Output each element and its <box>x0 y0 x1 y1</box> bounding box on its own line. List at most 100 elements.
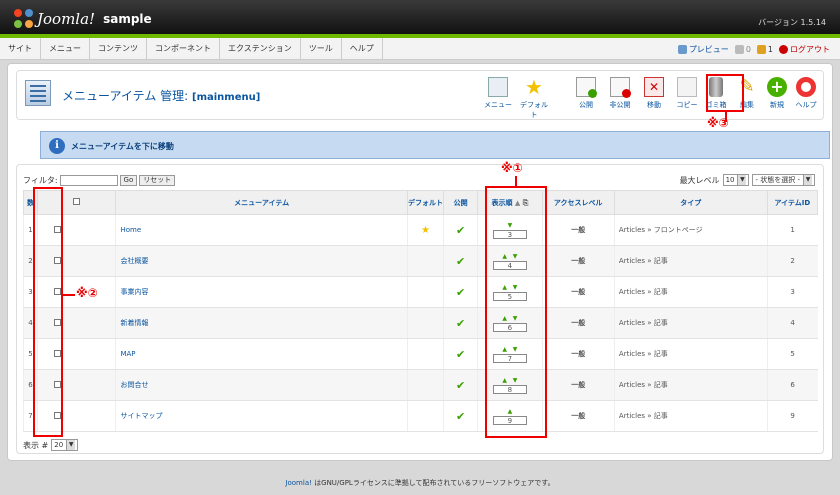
messages-count[interactable]: 0 <box>734 44 751 54</box>
copy-label: コピー <box>676 101 698 109</box>
row-access[interactable]: 一般 <box>541 307 615 339</box>
row-type: Articles » 記事 <box>613 369 768 401</box>
published-check-icon[interactable]: ✔ <box>456 224 465 237</box>
note-3: ※③ <box>707 116 729 130</box>
checkbox-column-highlight <box>33 187 63 437</box>
table-row: 7 サイトマップ ✔ ▲ 9 一般 Articles » 記事 9 <box>22 400 818 432</box>
row-published: ✔ <box>443 400 478 432</box>
published-check-icon[interactable]: ✔ <box>456 410 465 423</box>
row-title: お問合せ <box>115 369 408 401</box>
pager-select[interactable]: 20 ▼ <box>51 439 79 451</box>
publish-icon <box>576 77 597 98</box>
state-select[interactable]: - 状態を選択 - ▼ <box>752 174 815 186</box>
content-panel: メニューアイテム 管理: [mainmenu] メニュー ★ デフォルト 公開 … <box>7 63 833 461</box>
published-check-icon[interactable]: ✔ <box>456 348 465 361</box>
menu-content[interactable]: コンテンツ <box>90 38 147 60</box>
row-published: ✔ <box>443 338 478 370</box>
menu-components[interactable]: コンポーネント <box>147 38 220 60</box>
col-title[interactable]: メニューアイテム <box>115 190 408 215</box>
pagination: 表示 # 20 ▼ <box>23 439 79 451</box>
menu-help[interactable]: ヘルプ <box>342 38 383 60</box>
logout-icon <box>779 44 788 54</box>
row-title-link[interactable]: お問合せ <box>120 381 148 389</box>
help-button[interactable]: ヘルプ <box>789 77 823 110</box>
go-button[interactable]: Go <box>119 175 138 186</box>
system-message: i メニューアイテムを下に移動 <box>40 131 830 159</box>
menu-site[interactable]: サイト <box>0 38 41 60</box>
col-id[interactable]: アイテムID <box>766 190 819 215</box>
row-access[interactable]: 一般 <box>541 245 615 277</box>
menu-items-list: フィルタ: Go リセット 最大レベル 10 ▼ - 状態を選択 - ▼ 数 メニュ… <box>16 164 824 454</box>
logout-link[interactable]: ログアウト <box>779 44 830 55</box>
unpublish-button[interactable]: 非公開 <box>603 77 637 110</box>
row-access[interactable]: 一般 <box>541 214 615 246</box>
row-published: ✔ <box>443 276 478 308</box>
row-type: Articles » 記事 <box>613 276 768 308</box>
row-access[interactable]: 一般 <box>541 369 615 401</box>
select-all-checkbox[interactable] <box>73 198 81 205</box>
row-access[interactable]: 一般 <box>541 276 615 308</box>
default-button[interactable]: ★ デフォルト <box>517 77 551 120</box>
max-level-select[interactable]: 10 ▼ <box>722 174 750 186</box>
reset-button[interactable]: リセット <box>139 175 176 186</box>
users-count[interactable]: 1 <box>756 44 773 54</box>
state-value: - 状態を選択 - <box>755 176 800 184</box>
row-default <box>406 245 444 277</box>
published-check-icon[interactable]: ✔ <box>456 255 465 268</box>
page-title: メニューアイテム 管理: [mainmenu] <box>62 87 260 104</box>
row-title-link[interactable]: MAP <box>120 350 135 358</box>
plus-icon: + <box>767 77 787 97</box>
move-button[interactable]: ✕ 移動 <box>637 77 671 110</box>
row-title: Home <box>115 214 408 246</box>
published-check-icon[interactable]: ✔ <box>456 317 465 330</box>
row-title-link[interactable]: 事業内容 <box>120 288 148 296</box>
row-type: Articles » 記事 <box>613 245 768 277</box>
menus-icon <box>488 77 508 97</box>
admin-header: Joomla! sample バージョン 1.5.14 <box>0 0 840 38</box>
max-level-value: 10 <box>725 176 735 184</box>
users-label: 1 <box>767 44 773 54</box>
joomla-logo: Joomla! sample <box>14 9 152 29</box>
published-check-icon[interactable]: ✔ <box>456 286 465 299</box>
row-type: Articles » フロントページ <box>613 214 768 246</box>
col-type[interactable]: タイプ <box>613 190 768 215</box>
pager-value: 20 <box>54 441 64 449</box>
default-star-icon[interactable]: ★ <box>421 225 430 236</box>
row-title-link[interactable]: Home <box>120 226 141 234</box>
row-published: ✔ <box>443 245 478 277</box>
preview-link[interactable]: プレビュー <box>677 44 729 55</box>
row-title-link[interactable]: 新着情報 <box>120 319 148 327</box>
col-access[interactable]: アクセスレベル <box>541 190 615 215</box>
lifebuoy-icon <box>796 77 816 97</box>
help-label: ヘルプ <box>795 101 817 109</box>
max-level-label: 最大レベル <box>679 175 720 185</box>
menu-tools[interactable]: ツール <box>301 38 342 60</box>
row-type: Articles » 記事 <box>613 338 768 370</box>
filter-bar: フィルタ: Go リセット <box>23 175 176 186</box>
publish-button[interactable]: 公開 <box>569 77 603 110</box>
published-check-icon[interactable]: ✔ <box>456 379 465 392</box>
filter-label: フィルタ: <box>23 176 58 185</box>
menu-extensions[interactable]: エクステンション <box>220 38 301 60</box>
page-subtitle: [mainmenu] <box>192 92 261 103</box>
logout-label: ログアウト <box>790 44 830 54</box>
col-published[interactable]: 公開 <box>443 190 479 215</box>
row-access[interactable]: 一般 <box>541 338 615 370</box>
row-type: Articles » 記事 <box>613 307 768 339</box>
row-id: 9 <box>766 400 818 432</box>
toolbar-box: メニューアイテム 管理: [mainmenu] メニュー ★ デフォルト 公開 … <box>16 70 824 122</box>
row-default <box>406 400 444 432</box>
row-title-link[interactable]: サイトマップ <box>120 412 162 420</box>
row-title-link[interactable]: 会社概要 <box>120 257 148 265</box>
unpublish-label: 非公開 <box>609 101 631 109</box>
order-highlight-line <box>515 176 517 186</box>
menu-menus[interactable]: メニュー <box>41 38 90 60</box>
row-id: 3 <box>766 276 818 308</box>
menus-button[interactable]: メニュー <box>481 77 515 110</box>
unpublish-icon <box>610 77 631 98</box>
row-access[interactable]: 一般 <box>541 400 615 432</box>
row-title: 新着情報 <box>115 307 408 339</box>
filter-input[interactable] <box>59 175 118 186</box>
preview-icon <box>677 44 687 54</box>
footer-brand-link[interactable]: Joomla! <box>285 479 312 487</box>
